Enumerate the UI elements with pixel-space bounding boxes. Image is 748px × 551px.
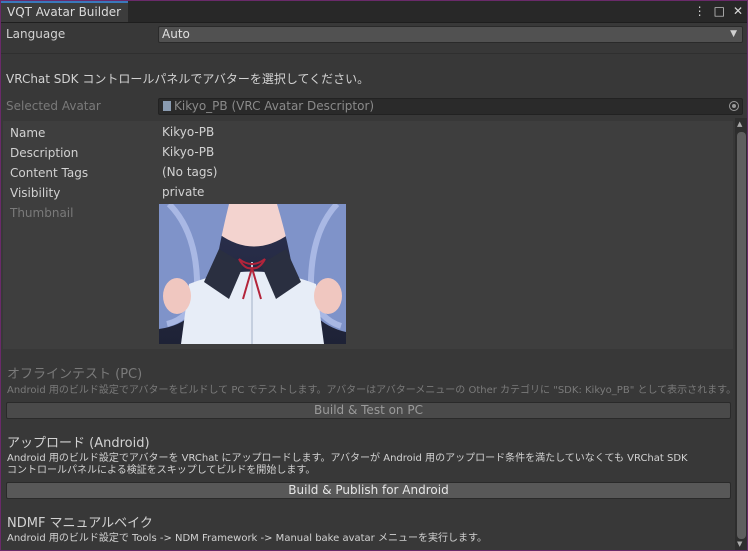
name-value: Kikyo-PB bbox=[162, 125, 215, 139]
content-tags-value: (No tags) bbox=[162, 165, 218, 179]
scroll-down-icon[interactable]: ▼ bbox=[737, 540, 742, 548]
window-controls: ⋮ □ ✕ bbox=[694, 3, 743, 20]
scrollbar-thumb[interactable] bbox=[737, 132, 746, 539]
avatar-thumbnail-image bbox=[159, 204, 346, 344]
upload-android-title: アップロード (Android) bbox=[7, 436, 150, 451]
object-picker-icon[interactable] bbox=[729, 101, 739, 111]
language-value: Auto bbox=[162, 27, 190, 41]
name-label: Name bbox=[10, 126, 46, 140]
build-publish-android-button[interactable]: Build & Publish for Android bbox=[6, 482, 731, 499]
description-label: Description bbox=[10, 146, 79, 160]
description-value: Kikyo-PB bbox=[162, 145, 215, 159]
more-options-icon[interactable]: ⋮ bbox=[694, 3, 706, 20]
language-dropdown[interactable]: Auto ▼ bbox=[158, 26, 743, 43]
ndmf-title: NDMF マニュアルベイク bbox=[7, 516, 153, 531]
scroll-up-icon[interactable]: ▲ bbox=[737, 120, 742, 128]
upload-description-line1: Android 用のビルド設定でアバターを VRChat にアップロードします。… bbox=[7, 453, 688, 464]
tab-bar: VQT Avatar Builder ⋮ □ ✕ bbox=[1, 1, 747, 23]
chevron-down-icon: ▼ bbox=[730, 29, 737, 39]
offline-test-title: オフラインテスト (PC) bbox=[7, 367, 143, 382]
separator bbox=[1, 53, 747, 54]
upload-description-line2: コントロールパネルによる検証をスキップしてビルドを開始します。 bbox=[7, 465, 316, 476]
visibility-label: Visibility bbox=[10, 186, 61, 200]
avatar-details-panel bbox=[3, 121, 733, 349]
selected-avatar-value: Kikyo_PB (VRC Avatar Descriptor) bbox=[174, 99, 375, 113]
build-test-pc-button[interactable]: Build & Test on PC bbox=[6, 402, 731, 419]
selected-avatar-field: Kikyo_PB (VRC Avatar Descriptor) bbox=[158, 98, 743, 115]
close-icon[interactable]: ✕ bbox=[733, 3, 743, 20]
instruction-text: VRChat SDK コントロールパネルでアバターを選択してください。 bbox=[6, 72, 370, 86]
tab-vqt-avatar-builder[interactable]: VQT Avatar Builder bbox=[1, 1, 128, 22]
thumbnail-label: Thumbnail bbox=[10, 206, 74, 220]
vqt-avatar-builder-window: VQT Avatar Builder ⋮ □ ✕ Language Auto ▼… bbox=[0, 0, 748, 551]
visibility-value: private bbox=[162, 185, 205, 199]
offline-test-description: Android 用のビルド設定でアバターをビルドして PC でテストします。アバ… bbox=[7, 385, 737, 396]
language-label: Language bbox=[6, 27, 66, 41]
maximize-icon[interactable]: □ bbox=[714, 3, 725, 20]
content-tags-label: Content Tags bbox=[10, 166, 89, 180]
avatar-descriptor-icon bbox=[163, 101, 171, 111]
ndmf-description: Android 用のビルド設定で Tools -> NDM Framework … bbox=[7, 533, 487, 544]
selected-avatar-label: Selected Avatar bbox=[6, 99, 101, 113]
